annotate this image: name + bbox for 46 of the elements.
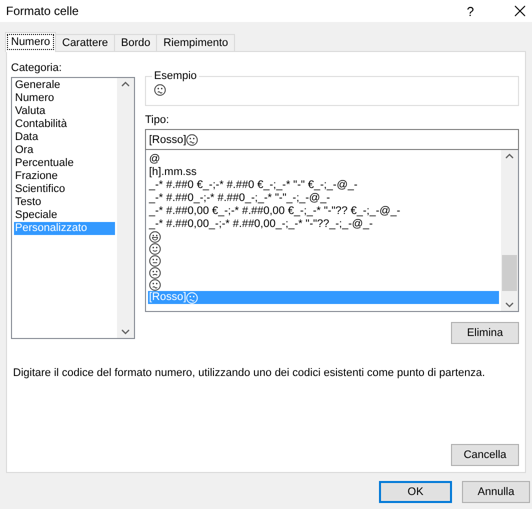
smile-face-icon (149, 243, 161, 255)
description-text: Digitare il codice del formato numero, utilizzando uno dei codici esistenti come punto di partenza. (13, 366, 486, 380)
delete-button[interactable]: Elimina (451, 322, 519, 344)
scroll-up-icon[interactable] (505, 153, 514, 159)
frown-face-icon (149, 279, 161, 291)
neutral-face-icon (149, 255, 161, 267)
clear-button[interactable]: Cancella (451, 444, 519, 466)
format-item[interactable]: @ (148, 153, 499, 166)
category-item[interactable]: Scientifico (14, 183, 115, 196)
frown-face-icon (186, 134, 198, 146)
grin-face-icon (149, 231, 161, 243)
scroll-down-icon[interactable] (505, 302, 514, 308)
help-button[interactable]: ? (466, 4, 474, 18)
category-item[interactable]: Frazione (14, 170, 115, 183)
category-item[interactable]: Speciale (14, 209, 115, 222)
scrollbar-thumb[interactable] (502, 255, 517, 291)
window-title: Formato celle (6, 4, 80, 18)
category-item[interactable]: Ora (14, 144, 115, 157)
format-item[interactable]: _-* #.##0_-;-* #.##0_-;_-* "-"_-;_-@_- (148, 192, 499, 205)
ok-button[interactable]: OK (379, 481, 452, 503)
type-label: Tipo: (145, 114, 170, 126)
cancel-button[interactable]: Annulla (462, 481, 530, 503)
category-label: Categoria: (11, 62, 63, 74)
sample-label: Esempio (153, 70, 198, 82)
scroll-up-icon[interactable] (121, 81, 130, 87)
frown-face-icon (186, 292, 198, 304)
category-item[interactable]: Generale (14, 79, 115, 92)
format-item[interactable]: [h].mm.ss (148, 166, 499, 179)
category-item[interactable]: Percentuale (14, 157, 115, 170)
format-item[interactable]: _-* #.##0 €_-;-* #.##0 €_-;_-* "-" €_-;_-@_- (148, 179, 499, 192)
tab[interactable]: Riempimento (156, 34, 236, 51)
category-item[interactable]: Valuta (14, 105, 115, 118)
format-list[interactable] (145, 150, 519, 312)
category-item[interactable]: Contabilità (14, 118, 115, 131)
close-icon[interactable] (514, 5, 526, 17)
tab[interactable]: Numero (5, 32, 56, 52)
category-item[interactable]: Numero (14, 92, 115, 105)
scroll-down-icon[interactable] (121, 329, 130, 335)
category-list[interactable]: Generale Numero Valuta Contabilità Data Ora Percentuale Frazione Scientifico Testo Speciale Personalizzato (11, 77, 135, 339)
type-field[interactable]: [Rosso] (145, 129, 519, 150)
category-item[interactable]: Data (14, 131, 115, 144)
confused-face-icon (149, 267, 161, 279)
format-item[interactable]: _-* #.##0,00_-;-* #.##0,00_-;_-* "-"??_-;_-@_- (148, 218, 499, 231)
frown-face-icon (154, 84, 166, 96)
format-item[interactable]: _-* #.##0,00 €_-;-* #.##0,00 €_-;_-* "-"?? €_-;_-@_- (148, 205, 499, 218)
category-item[interactable]: Testo (14, 196, 115, 209)
